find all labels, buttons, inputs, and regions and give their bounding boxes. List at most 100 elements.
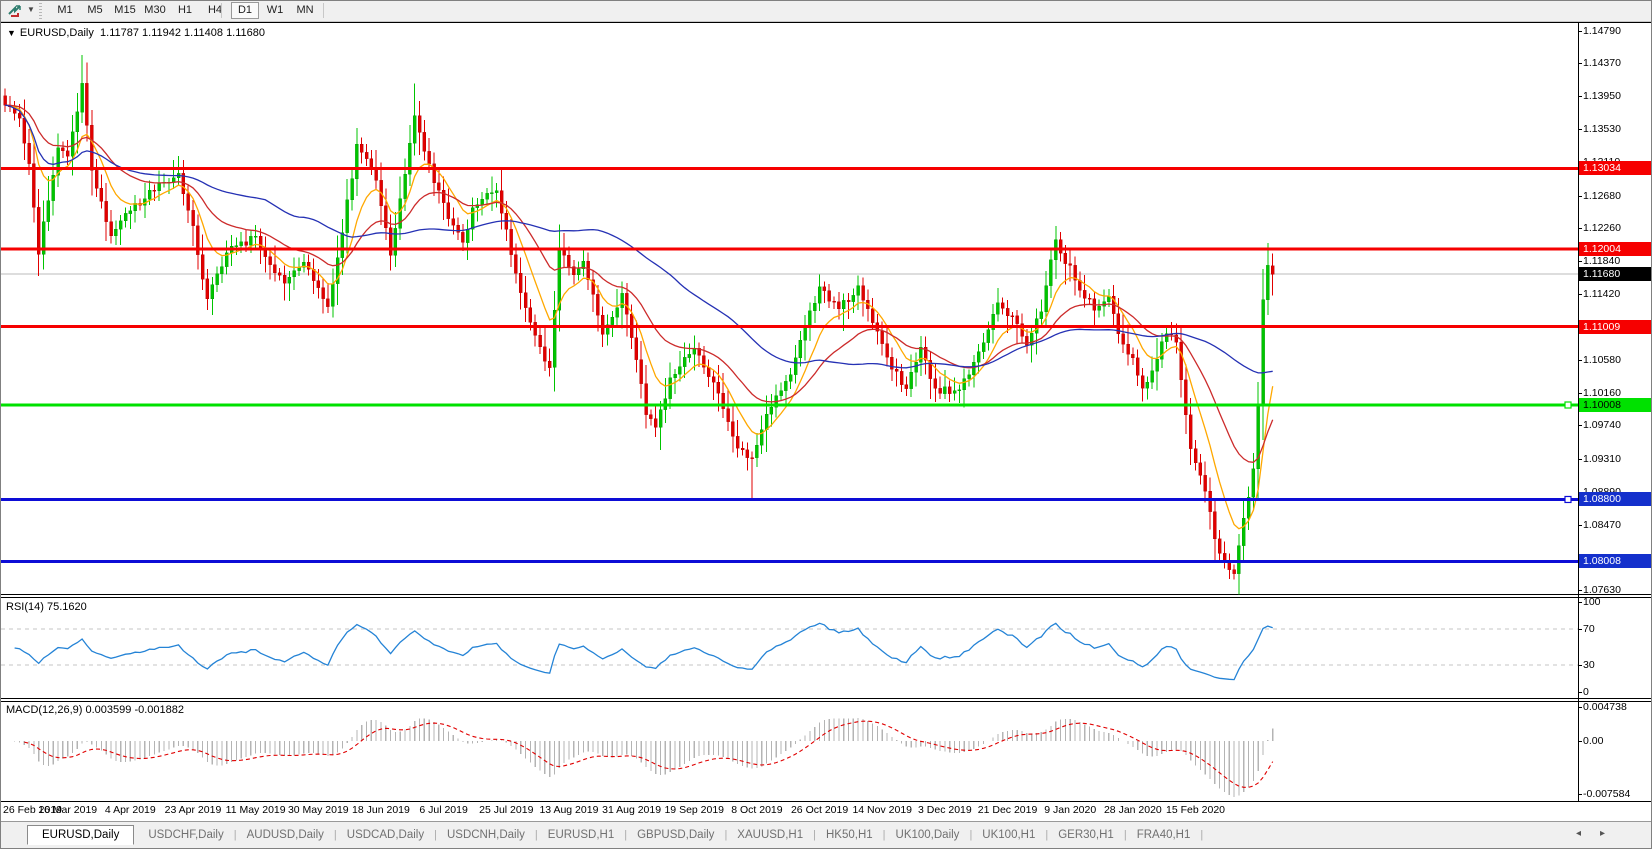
tab-separator: |	[1200, 829, 1203, 841]
tab-scroll-right-icon[interactable]: ▸	[1600, 828, 1605, 839]
chart-tab-gbpusd-daily[interactable]: GBPUSD,Daily	[627, 826, 724, 844]
chart-canvas[interactable]	[1, 22, 1578, 801]
price-axis[interactable]: 1.147901.143701.139501.135301.131101.126…	[1579, 22, 1652, 801]
date-tick-label: 26 Oct 2019	[791, 804, 848, 816]
date-tick-label: 13 Aug 2019	[539, 804, 598, 816]
price-tick-label: 1.10580	[1583, 354, 1621, 367]
rsi-tick-label: 100	[1583, 596, 1601, 609]
chart-tab-audusd-daily[interactable]: AUDUSD,Daily	[237, 826, 334, 844]
chart-tab-ger30-h1[interactable]: GER30,H1	[1048, 826, 1124, 844]
price-tick-label: 1.14790	[1583, 25, 1621, 38]
macd-signal-value: -0.001882	[134, 704, 184, 716]
timeframe-button-h4[interactable]: H4	[201, 2, 229, 19]
price-tick-label: 1.08470	[1583, 519, 1621, 532]
chart-tab-usdcad-daily[interactable]: USDCAD,Daily	[337, 826, 434, 844]
price-tick-label: 1.12260	[1583, 222, 1621, 235]
timeframe-button-m15[interactable]: M15	[111, 2, 139, 19]
macd-label: MACD(12,26,9) 0.003599 -0.001882	[6, 704, 184, 716]
price-tick-label: 1.11420	[1583, 288, 1620, 301]
timeframe-button-mn[interactable]: MN	[291, 2, 319, 19]
tab-scroll-left-icon[interactable]: ◂	[1576, 828, 1581, 839]
price-tick-label: 1.09740	[1583, 419, 1621, 432]
chart-tab-fra40-h1[interactable]: FRA40,H1	[1127, 826, 1201, 844]
price-tick-label: 1.13530	[1583, 123, 1621, 136]
chart-arrows-icon[interactable]	[7, 3, 25, 19]
date-tick-label: 14 Nov 2019	[852, 804, 912, 816]
date-tick-label: 3 Dec 2019	[918, 804, 972, 816]
current-price-label: 1.11680	[1579, 267, 1651, 281]
date-tick-label: 25 Jul 2019	[479, 804, 533, 816]
date-tick-label: 31 Aug 2019	[602, 804, 661, 816]
date-tick-label: 16 Mar 2019	[38, 804, 97, 816]
collapse-triangle-icon: ▼	[7, 28, 16, 38]
date-tick-label: 15 Feb 2020	[1166, 804, 1225, 816]
price-tick-label: 1.12680	[1583, 190, 1621, 203]
chart-tab-usdcnh-daily[interactable]: USDCNH,Daily	[437, 826, 535, 844]
level-price-label: 1.12004	[1579, 242, 1651, 256]
level-price-label: 1.11009	[1579, 320, 1651, 334]
ohlc-high: 1.11942	[142, 27, 181, 39]
toolbar: ▼ M1M5M15M30H1H4D1W1MN	[1, 1, 1652, 22]
rsi-tick-label: 30	[1583, 659, 1595, 672]
timeframe-button-m5[interactable]: M5	[81, 2, 109, 19]
price-tick-label: 1.13950	[1583, 90, 1621, 103]
chart-symbol: EURUSD,Daily	[20, 27, 94, 39]
chart-tab-uk100-daily[interactable]: UK100,Daily	[886, 826, 970, 844]
chart-tab-uk100-h1[interactable]: UK100,H1	[972, 826, 1045, 844]
candlesticks	[4, 55, 1275, 595]
date-tick-label: 11 May 2019	[226, 804, 286, 816]
chart-tab-bar: EURUSD,Daily USDCHF,Daily|AUDUSD,Daily|U…	[1, 821, 1652, 849]
date-axis[interactable]: 26 Feb 201916 Mar 20194 Apr 201923 Apr 2…	[1, 803, 1578, 820]
timeframe-button-m1[interactable]: M1	[51, 2, 79, 19]
price-tick-label: 1.14370	[1583, 57, 1621, 70]
macd-signal-line	[24, 721, 1272, 787]
timeframe-button-w1[interactable]: W1	[261, 2, 289, 19]
rsi-line	[15, 623, 1273, 679]
chart-tab-hk50-h1[interactable]: HK50,H1	[816, 826, 883, 844]
toolbar-grip[interactable]	[39, 3, 42, 19]
date-tick-label: 21 Dec 2019	[978, 804, 1038, 816]
ohlc-low: 1.11408	[184, 27, 223, 39]
moving-average-line-2	[5, 105, 1273, 373]
level-line-handle[interactable]	[1565, 402, 1571, 408]
toolbar-separator	[323, 3, 324, 18]
timeframe-button-h1[interactable]: H1	[171, 2, 199, 19]
level-price-label: 1.08800	[1579, 492, 1651, 506]
chart-tab-usdchf-daily[interactable]: USDCHF,Daily	[138, 826, 233, 844]
macd-tick-label: 0.004738	[1583, 701, 1627, 714]
toolbar-separator	[221, 3, 222, 18]
timeframe-button-d1[interactable]: D1	[231, 2, 259, 19]
macd-tick-label: 0.00	[1583, 735, 1603, 748]
date-tick-label: 30 May 2019	[288, 804, 349, 816]
date-tick-label: 19 Sep 2019	[664, 804, 724, 816]
trading-terminal-window: ▼ M1M5M15M30H1H4D1W1MN ▼ EURUSD,Daily 1.1…	[0, 0, 1652, 849]
chart-ohlc-header: ▼ EURUSD,Daily 1.11787 1.11942 1.11408 1.…	[7, 27, 265, 39]
level-price-label: 1.08008	[1579, 554, 1651, 568]
date-tick-label: 8 Oct 2019	[731, 804, 782, 816]
macd-tick-label: -0.007584	[1583, 788, 1630, 801]
chart-tab-eurusd-daily[interactable]: EURUSD,Daily	[27, 825, 134, 845]
date-tick-label: 9 Jan 2020	[1044, 804, 1096, 816]
date-tick-label: 18 Jun 2019	[352, 804, 410, 816]
rsi-tick-label: 70	[1583, 623, 1595, 636]
rsi-value: 75.1620	[47, 601, 87, 613]
chart-tabs: EURUSD,Daily USDCHF,Daily|AUDUSD,Daily|U…	[27, 822, 1203, 847]
chevron-down-icon[interactable]: ▼	[27, 5, 35, 14]
level-line-handle[interactable]	[1565, 496, 1571, 502]
chart-tab-eurusd-h1[interactable]: EURUSD,H1	[538, 826, 624, 844]
chart-tab-xauusd-h1[interactable]: XAUUSD,H1	[727, 826, 813, 844]
price-tick-label: 1.09310	[1583, 453, 1621, 466]
ohlc-close: 1.11680	[226, 27, 265, 39]
date-tick-label: 23 Apr 2019	[165, 804, 222, 816]
rsi-label: RSI(14) 75.1620	[6, 601, 87, 613]
rsi-tick-label: 0	[1583, 686, 1589, 699]
date-tick-label: 4 Apr 2019	[105, 804, 156, 816]
level-price-label: 1.13034	[1579, 161, 1651, 175]
level-price-label: 1.10008	[1579, 398, 1651, 412]
timeframe-button-m30[interactable]: M30	[141, 2, 169, 19]
ohlc-open: 1.11787	[100, 27, 139, 39]
macd-main-value: 0.003599	[85, 704, 131, 716]
date-tick-label: 6 Jul 2019	[419, 804, 467, 816]
moving-average-line-1	[5, 105, 1273, 462]
date-tick-label: 28 Jan 2020	[1104, 804, 1162, 816]
